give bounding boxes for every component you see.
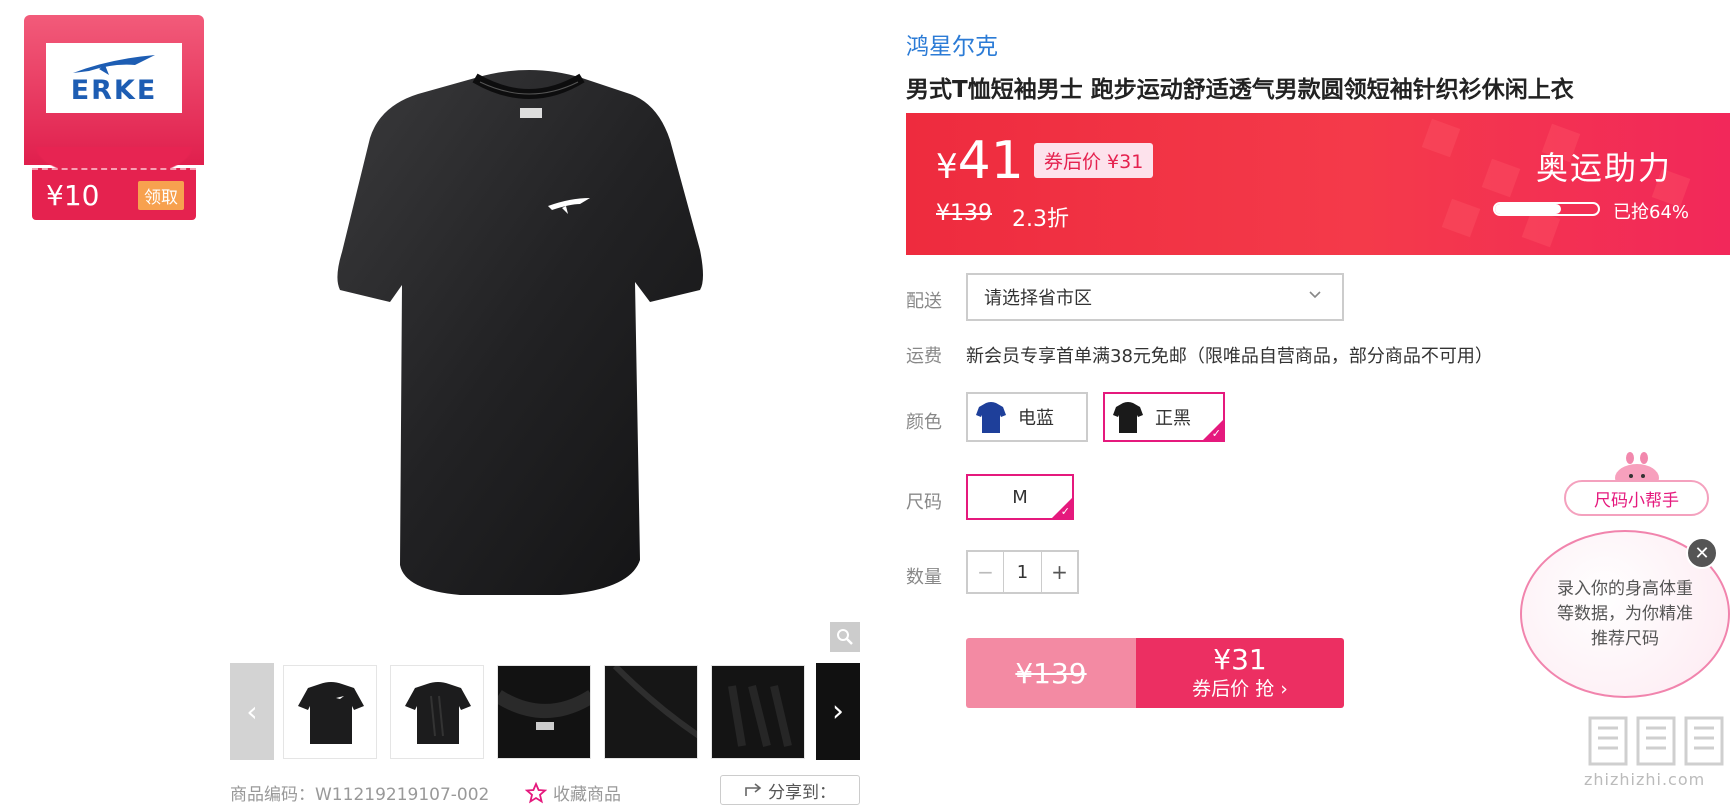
quantity-increase-button[interactable]: + bbox=[1041, 552, 1077, 592]
thumbnail-next-button[interactable]: › bbox=[816, 663, 860, 760]
size-label: 尺码 bbox=[906, 492, 942, 513]
tshirt-black-swatch bbox=[1113, 402, 1143, 433]
quantity-label: 数量 bbox=[906, 567, 942, 588]
brand-link[interactable]: 鸿星尔克 bbox=[906, 27, 998, 61]
share-dropdown[interactable]: 分享到： bbox=[720, 775, 860, 805]
zoom-button[interactable] bbox=[830, 622, 860, 652]
size-option-m[interactable]: M ✓ bbox=[966, 474, 1074, 520]
size-option-name: M bbox=[1012, 486, 1028, 508]
thumbnail-fabric[interactable] bbox=[604, 665, 698, 759]
check-icon: ✓ bbox=[1060, 505, 1070, 518]
thumbnail-front[interactable] bbox=[283, 665, 377, 759]
shipping-label: 运费 bbox=[906, 346, 942, 367]
sold-progress-fill bbox=[1495, 204, 1561, 214]
delivery-label: 配送 bbox=[906, 291, 942, 312]
size-helper-button[interactable]: 尺码小帮手 bbox=[1564, 480, 1709, 516]
thumbnail-strip: ‹ › bbox=[230, 663, 860, 760]
quantity-input[interactable]: 1 bbox=[1004, 552, 1041, 592]
coupon-body[interactable]: ¥10 领取 bbox=[32, 168, 196, 220]
share-icon bbox=[745, 783, 762, 796]
thumbnail-back[interactable] bbox=[390, 665, 484, 759]
claim-coupon-button[interactable]: 领取 bbox=[138, 180, 184, 210]
chevron-down-icon bbox=[1309, 291, 1321, 299]
color-label: 颜色 bbox=[906, 412, 942, 433]
thumbnail-print[interactable] bbox=[711, 665, 805, 759]
current-price-value: 41 bbox=[957, 131, 1024, 191]
thumbnail-collar[interactable] bbox=[497, 665, 591, 759]
quantity-stepper: − 1 + bbox=[966, 550, 1079, 594]
current-price: ¥41 bbox=[936, 131, 1024, 191]
sold-percent-text: 已抢64% bbox=[1613, 202, 1690, 223]
check-icon: ✓ bbox=[1211, 427, 1221, 440]
quantity-decrease-button[interactable]: − bbox=[968, 552, 1004, 592]
tshirt-back-icon bbox=[405, 682, 471, 744]
coupon-buy-label: 券后价 抢 › bbox=[1192, 678, 1288, 700]
share-label: 分享到： bbox=[768, 782, 836, 803]
color-option-name: 正黑 bbox=[1155, 408, 1191, 429]
shipping-info: 新会员专享首单满38元免邮（限唯品自营商品，部分商品不可用） bbox=[966, 346, 1493, 367]
image-footer: 商品编码：W11219219107-002 收藏商品 分享到： bbox=[230, 775, 860, 805]
fabric-detail-icon bbox=[605, 666, 697, 758]
favorite-button[interactable]: 收藏商品 bbox=[525, 780, 621, 805]
sku-code: 商品编码：W11219219107-002 bbox=[230, 785, 490, 805]
coupon-buy-price: ¥31 bbox=[1213, 643, 1267, 676]
magnifier-icon bbox=[837, 629, 853, 645]
tshirt-front-icon bbox=[298, 682, 364, 744]
favorite-label: 收藏商品 bbox=[553, 785, 621, 805]
watermark-text: zhizhizhi.com bbox=[1584, 770, 1706, 789]
main-product-image[interactable] bbox=[230, 20, 860, 650]
region-select[interactable]: 请选择省市区 bbox=[966, 273, 1344, 321]
currency-symbol: ¥ bbox=[936, 147, 958, 187]
thumbnail-prev-button[interactable]: ‹ bbox=[230, 663, 274, 760]
brand-logo: ERKE bbox=[46, 43, 182, 113]
after-coupon-badge: 券后价 ¥31 bbox=[1034, 143, 1154, 178]
size-helper-close-button[interactable]: ✕ bbox=[1686, 537, 1718, 569]
color-option-blue[interactable]: 电蓝 bbox=[966, 392, 1088, 442]
print-detail-icon bbox=[712, 666, 804, 758]
product-title: 男式T恤短袖男士 跑步运动舒适透气男款圆领短袖针织衫休闲上衣 bbox=[906, 77, 1574, 103]
sold-progress-bar bbox=[1493, 202, 1600, 216]
price-banner: ¥41 券后价 ¥31 ¥139 2.3折 奥运助力 已抢64% bbox=[906, 113, 1730, 255]
buy-with-coupon-button[interactable]: ¥31 券后价 抢 › bbox=[1136, 638, 1344, 708]
star-icon bbox=[525, 781, 547, 803]
campaign-title: 奥运助力 bbox=[1536, 149, 1673, 187]
buy-original-price-button[interactable]: ¥139 bbox=[966, 638, 1136, 708]
brand-coupon: ERKE ¥10 领取 bbox=[24, 15, 204, 220]
tshirt-blue-swatch bbox=[976, 402, 1006, 433]
region-select-value: 请选择省市区 bbox=[984, 288, 1092, 309]
erke-swoosh-icon bbox=[73, 55, 155, 75]
logo-text: ERKE bbox=[70, 75, 158, 106]
coupon-header: ERKE bbox=[24, 15, 204, 183]
coupon-amount: ¥10 bbox=[46, 178, 100, 212]
original-price: ¥139 bbox=[936, 201, 992, 226]
color-option-black[interactable]: 正黑 ✓ bbox=[1103, 392, 1225, 442]
color-option-name: 电蓝 bbox=[1018, 408, 1054, 429]
collar-detail-icon bbox=[498, 666, 590, 758]
size-helper-message: 录入你的身高体重等数据，为你精准推荐尺码 bbox=[1557, 578, 1693, 649]
discount-rate: 2.3折 bbox=[1012, 207, 1069, 232]
